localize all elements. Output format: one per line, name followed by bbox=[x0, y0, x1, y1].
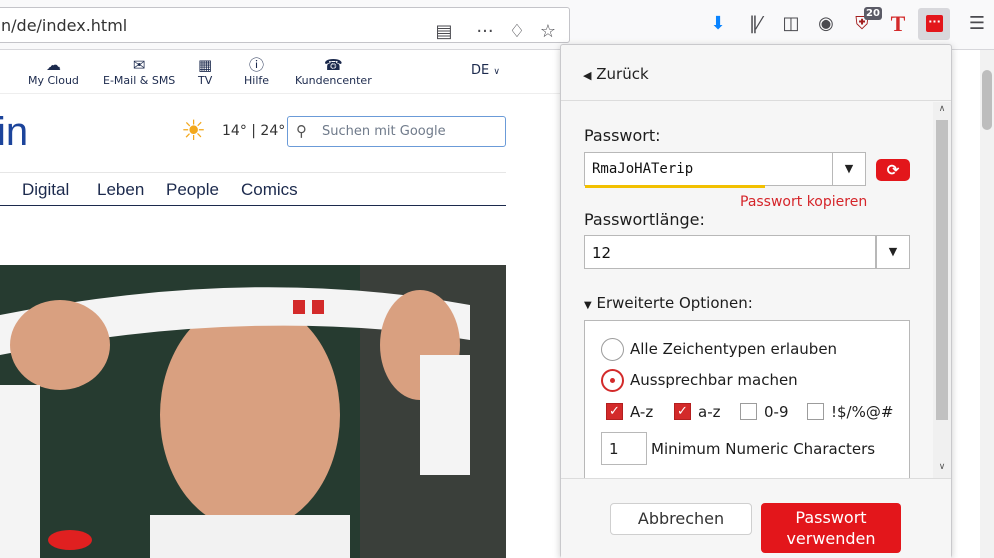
nav-label: My Cloud bbox=[28, 74, 79, 87]
nav-item-tv[interactable]: ▦ TV bbox=[198, 56, 212, 87]
advanced-options-label: Erweiterte Optionen: bbox=[596, 294, 753, 312]
nav-label: TV bbox=[198, 74, 213, 87]
use-password-button[interactable]: Passwort verwenden bbox=[761, 503, 901, 553]
category-leben[interactable]: Leben bbox=[97, 180, 144, 200]
nav-label: Kundencenter bbox=[295, 74, 372, 87]
popup-footer: Abbrechen Passwort verwenden bbox=[561, 478, 951, 558]
checkbox-lowercase-label: a-z bbox=[698, 403, 721, 421]
radio-pronounceable-label: Aussprechbar machen bbox=[630, 371, 798, 389]
length-dropdown-button[interactable]: ▼ bbox=[876, 235, 910, 269]
mail-icon: ✉ bbox=[132, 56, 146, 74]
checkbox-lowercase[interactable]: ✓ bbox=[674, 403, 691, 420]
password-strength-bar bbox=[585, 185, 765, 188]
reader-view-icon[interactable]: ▤ bbox=[432, 19, 456, 45]
back-label: Zurück bbox=[596, 65, 649, 83]
chevron-down-icon: ∨ bbox=[493, 67, 500, 77]
caret-down-icon: ▼ bbox=[584, 300, 592, 311]
radio-all-char-types[interactable] bbox=[601, 338, 624, 361]
cloud-icon: ☁ bbox=[45, 56, 61, 74]
scroll-up-icon[interactable]: ∧ bbox=[933, 104, 951, 114]
url-bar[interactable]: n/de/index.html ▤ ··· ♢ ☆ bbox=[0, 7, 570, 43]
search-icon: ⚲ bbox=[296, 122, 307, 140]
category-digital[interactable]: Digital bbox=[22, 180, 69, 200]
min-numeric-value: 1 bbox=[609, 440, 619, 458]
password-field[interactable]: RmaJoHATerip bbox=[584, 152, 866, 188]
popup-header: ◀ Zurück bbox=[561, 45, 951, 101]
radio-all-label: Alle Zeichentypen erlauben bbox=[630, 340, 838, 358]
password-manager-icon: ··· bbox=[926, 15, 943, 32]
nav-item-mycloud[interactable]: ☁ My Cloud bbox=[28, 56, 79, 87]
ublock-badge: 20 bbox=[864, 7, 882, 20]
back-button[interactable]: ◀ Zurück bbox=[583, 65, 649, 83]
length-value: 12 bbox=[592, 244, 612, 262]
radio-pronounceable[interactable] bbox=[601, 369, 624, 392]
tv-icon: ▦ bbox=[198, 56, 213, 74]
password-value: RmaJoHATerip bbox=[592, 161, 694, 177]
downloads-icon[interactable]: ⬇ bbox=[706, 11, 730, 37]
photo-illustration bbox=[0, 265, 506, 558]
nav-label: Hilfe bbox=[244, 74, 270, 87]
caret-down-icon: ▼ bbox=[888, 245, 898, 258]
article-photo[interactable] bbox=[0, 265, 506, 558]
sun-icon: ☀ bbox=[181, 114, 207, 147]
weather-temps[interactable]: 14° | 24° bbox=[222, 123, 285, 139]
length-label: Passwortlänge: bbox=[584, 210, 705, 229]
sidebar-icon[interactable]: ◫ bbox=[779, 11, 803, 37]
help-icon: ⓘ bbox=[249, 56, 265, 74]
regenerate-button[interactable]: ⟳ bbox=[876, 159, 910, 181]
min-numeric-label: Minimum Numeric Characters bbox=[651, 440, 876, 458]
page-actions-icon[interactable]: ··· bbox=[473, 19, 497, 45]
language-select[interactable]: DE ∨ bbox=[471, 63, 500, 78]
nav-label: E-Mail & SMS bbox=[103, 74, 176, 87]
checkbox-symbols-label: !$/%@# bbox=[831, 403, 894, 421]
popup-scrollbar[interactable]: ∧ ∨ bbox=[933, 102, 951, 478]
category-comics[interactable]: Comics bbox=[241, 180, 298, 200]
checkbox-symbols[interactable] bbox=[807, 403, 824, 420]
nav-item-kundencenter[interactable]: ☎ Kundencenter bbox=[295, 56, 372, 87]
checkbox-digits-label: 0-9 bbox=[764, 403, 789, 421]
advanced-options-toggle[interactable]: ▼ Erweiterte Optionen: bbox=[584, 294, 753, 312]
min-numeric-input[interactable]: 1 bbox=[601, 432, 647, 465]
account-icon[interactable]: ◉ bbox=[814, 11, 838, 37]
divider bbox=[0, 93, 560, 94]
page-scrollbar-thumb[interactable] bbox=[982, 70, 992, 130]
t-extension-icon[interactable]: T bbox=[886, 11, 910, 37]
scroll-down-icon[interactable]: ∨ bbox=[933, 462, 951, 472]
category-people[interactable]: People bbox=[166, 180, 219, 200]
search-placeholder: Suchen mit Google bbox=[322, 124, 446, 139]
password-manager-extension-button[interactable]: ··· bbox=[918, 8, 950, 40]
advanced-options-box: Alle Zeichentypen erlauben Aussprechbar … bbox=[584, 320, 910, 478]
nav-item-mail[interactable]: ✉ E-Mail & SMS bbox=[103, 56, 175, 87]
menu-icon[interactable]: ☰ bbox=[965, 11, 989, 37]
refresh-icon: ⟳ bbox=[886, 161, 900, 179]
password-length-select[interactable]: 12 bbox=[584, 235, 876, 269]
language-value: DE bbox=[471, 63, 490, 78]
popup-scrollbar-thumb[interactable] bbox=[936, 120, 948, 420]
pocket-icon[interactable]: ♢ bbox=[505, 19, 529, 45]
site-logo[interactable]: in bbox=[0, 110, 28, 155]
url-text: n/de/index.html bbox=[1, 16, 128, 35]
caret-down-icon: ▼ bbox=[844, 162, 854, 175]
web-page: ☁ My Cloud ✉ E-Mail & SMS ▦ TV ⓘ Hilfe ☎… bbox=[0, 50, 560, 558]
page-scrollbar[interactable] bbox=[980, 50, 994, 558]
support-icon: ☎ bbox=[324, 56, 343, 74]
bookmark-star-icon[interactable]: ☆ bbox=[536, 19, 560, 45]
popup-body: Passwort: RmaJoHATerip ▼ ⟳ Passwort kopi… bbox=[561, 102, 933, 478]
password-label: Passwort: bbox=[584, 126, 661, 145]
caret-left-icon: ◀ bbox=[583, 69, 592, 82]
nav-item-hilfe[interactable]: ⓘ Hilfe bbox=[244, 56, 269, 87]
search-input[interactable]: ⚲ Suchen mit Google bbox=[287, 116, 506, 147]
checkbox-uppercase[interactable]: ✓ bbox=[606, 403, 623, 420]
cancel-button[interactable]: Abbrechen bbox=[610, 503, 752, 535]
browser-toolbar: n/de/index.html ▤ ··· ♢ ☆ ⬇ ‖⁄ ◫ ◉ ⛨ 20 … bbox=[0, 0, 994, 50]
password-history-dropdown[interactable]: ▼ bbox=[832, 152, 866, 186]
library-icon[interactable]: ‖⁄ bbox=[743, 11, 767, 37]
checkbox-uppercase-label: A-z bbox=[630, 403, 654, 421]
copy-password-link[interactable]: Passwort kopieren bbox=[740, 194, 867, 210]
password-generator-popup: ◀ Zurück Passwort: RmaJoHATerip ▼ ⟳ Pass… bbox=[560, 44, 952, 558]
category-nav: Digital Leben People Comics bbox=[0, 172, 506, 206]
checkbox-digits[interactable] bbox=[740, 403, 757, 420]
